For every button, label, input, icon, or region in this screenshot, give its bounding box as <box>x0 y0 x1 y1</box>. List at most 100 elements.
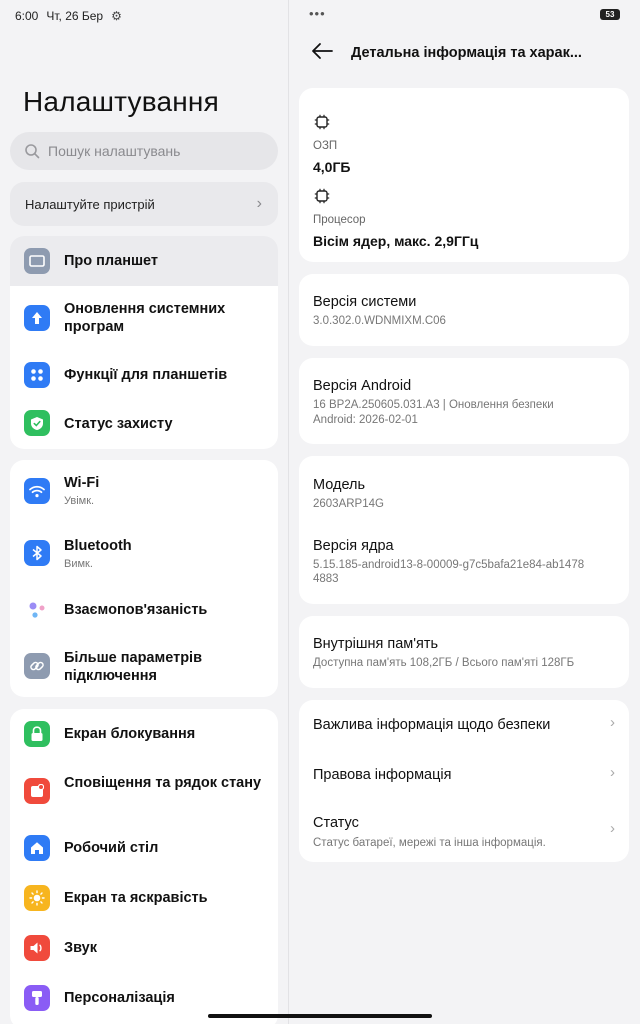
back-arrow-icon <box>312 43 333 59</box>
chevron-right-icon: › <box>610 714 615 731</box>
search-bar[interactable] <box>10 132 278 170</box>
sidebar-item-tablet-features[interactable]: Функції для планшетів <box>10 352 278 398</box>
battery-level: 53 <box>605 10 615 19</box>
back-button[interactable] <box>311 42 333 65</box>
safety-info-label: Важлива інформація щодо безпеки <box>313 717 551 733</box>
page-title: Налаштування <box>23 86 219 117</box>
sidebar-item-label: Екран блокування <box>64 726 196 742</box>
setup-device-button[interactable]: Налаштуйте пристрій › <box>10 182 278 226</box>
chevron-right-icon: › <box>610 820 615 837</box>
system-version-card[interactable]: Версія системи 3.0.302.0.WDNMIXM.C06 <box>299 274 629 346</box>
search-icon <box>25 144 40 159</box>
battery-icon: 53 <box>600 9 620 20</box>
android-version-card[interactable]: Версія Android 16 BP2A.250605.031.A3 | О… <box>299 358 629 444</box>
sidebar-item-more-connections[interactable]: Більше параметрів підключення <box>10 635 278 697</box>
sidebar-item-label: Статус захисту <box>64 416 173 432</box>
search-input[interactable] <box>48 143 258 159</box>
setup-device-label: Налаштуйте пристрій <box>25 196 155 212</box>
storage-title: Внутрішня пам'ять <box>313 636 439 652</box>
settings-pane: 6:00 Чт, 26 Бер ⚙ Налаштування Налаштуйт… <box>0 0 288 1024</box>
interconnect-icon <box>24 597 50 623</box>
sidebar-item-wifi[interactable]: Wi-Fi Увімк. <box>10 460 278 522</box>
sidebar-item-label: Wi-Fi <box>64 475 100 491</box>
sidebar-item-label: Сповіщення та рядок стану <box>64 775 262 791</box>
cpu-label: Процесор <box>313 214 366 226</box>
sun-icon <box>24 885 50 911</box>
gear-icon: ⚙ <box>111 9 122 23</box>
sidebar-item-label: Bluetooth <box>64 538 132 554</box>
status-subtitle: Статус батареї, мережі та інша інформаці… <box>313 837 546 849</box>
settings-group-display: Екран блокування Сповіщення та рядок ста… <box>10 709 278 1024</box>
processor-icon <box>314 188 330 204</box>
speaker-icon <box>24 935 50 961</box>
hardware-card: ОЗП 4,0ГБ Процесор Вісім ядер, макс. 2,9… <box>299 88 629 262</box>
link-icon <box>24 653 50 679</box>
sidebar-item-label: Звук <box>64 940 97 956</box>
ram-value: 4,0ГБ <box>313 159 351 175</box>
chip-icon <box>314 114 330 130</box>
system-version-title: Версія системи <box>313 294 417 310</box>
model-value: 2603ARP14G <box>313 498 384 510</box>
settings-group-device: Про планшет Оновлення системних програм … <box>10 236 278 449</box>
sidebar-item-lock-screen[interactable]: Екран блокування <box>10 709 278 759</box>
model-kernel-card: Модель 2603ARP14G Версія ядра 5.15.185-a… <box>299 456 629 604</box>
status-date: Чт, 26 Бер <box>46 9 104 23</box>
sidebar-item-label: Робочий стіл <box>64 840 159 856</box>
sidebar-item-label: Екран та яскравість <box>64 890 208 906</box>
kernel-line1: 5.15.185-android13-8-00009-g7c5bafa21e84… <box>313 559 585 571</box>
android-version-title: Версія Android <box>313 378 412 394</box>
settings-group-connectivity: Wi-Fi Увімк. Bluetooth Вимк. Взаємопов'я… <box>10 460 278 697</box>
sidebar-item-label: Оновлення системних програм <box>64 301 226 335</box>
more-dots-icon[interactable]: ••• <box>309 6 326 21</box>
notification-icon <box>24 778 50 804</box>
wifi-status: Увімк. <box>64 495 95 507</box>
sidebar-item-label: Про планшет <box>64 253 159 269</box>
brush-icon <box>24 985 50 1011</box>
sidebar-item-interconnectivity[interactable]: Взаємопов'язаність <box>10 585 278 635</box>
safety-info-item[interactable]: Важлива інформація щодо безпеки › <box>299 700 629 750</box>
arrow-up-icon <box>24 305 50 331</box>
bluetooth-icon <box>24 540 50 566</box>
android-version-line1: 16 BP2A.250605.031.A3 | Оновлення безпек… <box>313 399 554 411</box>
bluetooth-status: Вимк. <box>64 558 93 570</box>
page-title: Детальна інформація та харак... <box>351 45 582 61</box>
info-list-card: Важлива інформація щодо безпеки › Правов… <box>299 700 629 862</box>
sidebar-item-home-screen[interactable]: Робочий стіл <box>10 823 278 873</box>
sidebar-item-bluetooth[interactable]: Bluetooth Вимк. <box>10 522 278 585</box>
storage-card[interactable]: Внутрішня пам'ять Доступна пам'ять 108,2… <box>299 616 629 688</box>
status-bar: 6:00 Чт, 26 Бер ⚙ <box>15 9 122 23</box>
sidebar-item-display-brightness[interactable]: Екран та яскравість <box>10 873 278 923</box>
model-title: Модель <box>313 477 366 493</box>
home-icon <box>24 835 50 861</box>
ram-label: ОЗП <box>313 140 338 152</box>
legal-info-item[interactable]: Правова інформація › <box>299 750 629 800</box>
sidebar-item-label: Більше параметрів підключення <box>64 650 202 684</box>
legal-info-label: Правова інформація <box>313 767 452 783</box>
system-version-value: 3.0.302.0.WDNMIXM.C06 <box>313 315 446 327</box>
sidebar-item-notifications[interactable]: Сповіщення та рядок стану <box>10 759 278 823</box>
status-title: Статус <box>313 815 359 831</box>
sidebar-item-label: Взаємопов'язаність <box>64 602 208 618</box>
chevron-right-icon: › <box>256 195 262 212</box>
detail-pane: ••• 53 Детальна інформація та харак... О… <box>289 0 640 1024</box>
sidebar-item-system-updates[interactable]: Оновлення системних програм <box>10 286 278 352</box>
sidebar-item-protection-status[interactable]: Статус захисту <box>10 398 278 449</box>
cpu-value: Вісім ядер, макс. 2,9ГГц <box>313 233 479 249</box>
home-indicator[interactable] <box>208 1014 432 1018</box>
kernel-line2: 4883 <box>313 573 339 585</box>
sidebar-item-label: Персоналізація <box>64 990 175 1006</box>
shield-check-icon <box>24 410 50 436</box>
sidebar-item-sound[interactable]: Звук <box>10 923 278 973</box>
wifi-icon <box>24 478 50 504</box>
chevron-right-icon: › <box>610 764 615 781</box>
tablet-icon <box>24 248 50 274</box>
grid-icon <box>24 362 50 388</box>
storage-value: Доступна пам'ять 108,2ГБ / Всього пам'ят… <box>313 657 575 669</box>
lock-icon <box>24 721 50 747</box>
status-time: 6:00 <box>15 9 39 23</box>
sidebar-item-about-tablet[interactable]: Про планшет <box>10 236 278 286</box>
android-version-line2: Android: 2026-02-01 <box>313 414 418 426</box>
sidebar-item-label: Функції для планшетів <box>64 367 228 383</box>
kernel-title: Версія ядра <box>313 538 394 554</box>
status-item[interactable]: Статус Статус батареї, мережі та інша ін… <box>299 800 629 862</box>
